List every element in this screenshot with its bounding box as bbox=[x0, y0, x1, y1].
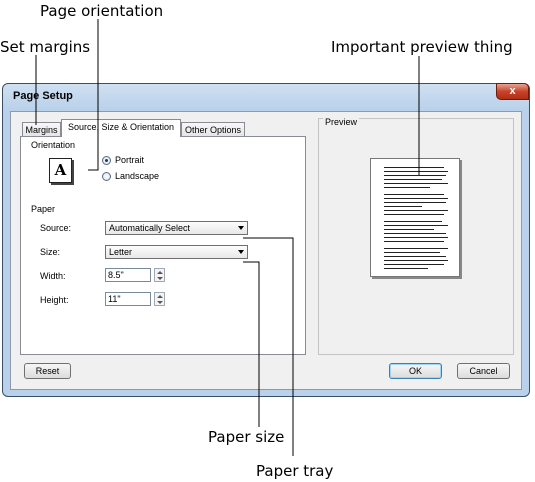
preview-text-line bbox=[384, 237, 448, 238]
preview-text-line bbox=[384, 221, 442, 222]
spin-down-icon bbox=[157, 277, 163, 280]
landscape-radio[interactable] bbox=[102, 172, 111, 181]
preview-text-line bbox=[384, 175, 446, 176]
tab-margins[interactable]: Margins bbox=[22, 122, 61, 137]
height-field[interactable]: 11" bbox=[105, 292, 151, 306]
spin-up-icon bbox=[157, 271, 163, 274]
close-icon: x bbox=[509, 85, 516, 97]
preview-text-line bbox=[384, 256, 446, 257]
preview-page bbox=[370, 158, 460, 277]
width-field[interactable]: 8.5" bbox=[105, 268, 151, 282]
tab-panel: Orientation A Portrait Landscape Paper S… bbox=[20, 136, 306, 355]
callout-paper-tray: Paper tray bbox=[256, 462, 334, 480]
preview-text-line bbox=[384, 268, 428, 269]
preview-text-line bbox=[384, 252, 440, 253]
cancel-button[interactable]: Cancel bbox=[457, 363, 510, 379]
preview-text-line bbox=[384, 225, 448, 226]
size-label: Size: bbox=[40, 247, 61, 257]
size-select[interactable]: Letter bbox=[105, 245, 248, 259]
preview-label: Preview bbox=[323, 117, 360, 127]
callout-set-margins: Set margins bbox=[0, 38, 91, 56]
source-value: Automatically Select bbox=[109, 223, 191, 233]
portrait-page-icon: A bbox=[49, 158, 72, 183]
preview-text-line bbox=[384, 229, 434, 230]
preview-text-line bbox=[384, 171, 448, 172]
landscape-label[interactable]: Landscape bbox=[115, 171, 159, 181]
preview-text-line bbox=[384, 264, 444, 265]
preview-text-line bbox=[384, 233, 446, 234]
portrait-radio[interactable] bbox=[102, 156, 111, 165]
ok-button[interactable]: OK bbox=[389, 363, 442, 379]
preview-text-line bbox=[384, 210, 448, 211]
preview-text-line bbox=[384, 194, 444, 195]
preview-text-line bbox=[384, 260, 448, 261]
page-icon-letter: A bbox=[54, 161, 67, 179]
paper-group-label: Paper bbox=[31, 204, 56, 214]
height-spinner[interactable] bbox=[154, 292, 165, 306]
width-label: Width: bbox=[40, 271, 66, 281]
height-label: Height: bbox=[40, 295, 69, 305]
reset-button[interactable]: Reset bbox=[24, 363, 71, 379]
callout-paper-size: Paper size bbox=[208, 428, 285, 446]
width-spinner[interactable] bbox=[154, 268, 165, 282]
preview-text-line bbox=[384, 214, 444, 215]
orientation-group-label: Orientation bbox=[31, 140, 76, 150]
dialog-client-area: Margins Source, Size & Orientation Other… bbox=[10, 111, 522, 390]
preview-text-line bbox=[384, 241, 444, 242]
preview-text-line bbox=[384, 187, 430, 188]
preview-panel: Preview bbox=[318, 117, 514, 355]
preview-text-line bbox=[384, 183, 448, 184]
callout-page-orientation: Page orientation bbox=[40, 2, 164, 20]
chevron-down-icon bbox=[238, 226, 244, 230]
spin-down-icon bbox=[157, 301, 163, 304]
source-label: Source: bbox=[40, 223, 72, 233]
tab-source-size-orientation[interactable]: Source, Size & Orientation bbox=[61, 119, 181, 137]
size-value: Letter bbox=[109, 247, 133, 257]
preview-text-line bbox=[384, 198, 448, 199]
chevron-down-icon bbox=[238, 250, 244, 254]
close-button[interactable]: x bbox=[496, 83, 529, 100]
tab-other-options[interactable]: Other Options bbox=[181, 122, 245, 137]
page-setup-dialog: Page Setup x Margins Source, Size & Orie… bbox=[2, 83, 530, 397]
preview-text-line bbox=[384, 202, 446, 203]
preview-text-line bbox=[384, 167, 444, 168]
spin-up-icon bbox=[157, 295, 163, 298]
portrait-label[interactable]: Portrait bbox=[115, 155, 144, 165]
preview-text-line bbox=[384, 248, 448, 249]
dialog-title: Page Setup bbox=[13, 90, 73, 102]
preview-text-line bbox=[384, 206, 422, 207]
callout-important-preview: Important preview thing bbox=[331, 38, 513, 56]
preview-text-line bbox=[384, 179, 442, 180]
source-select[interactable]: Automatically Select bbox=[105, 221, 248, 235]
